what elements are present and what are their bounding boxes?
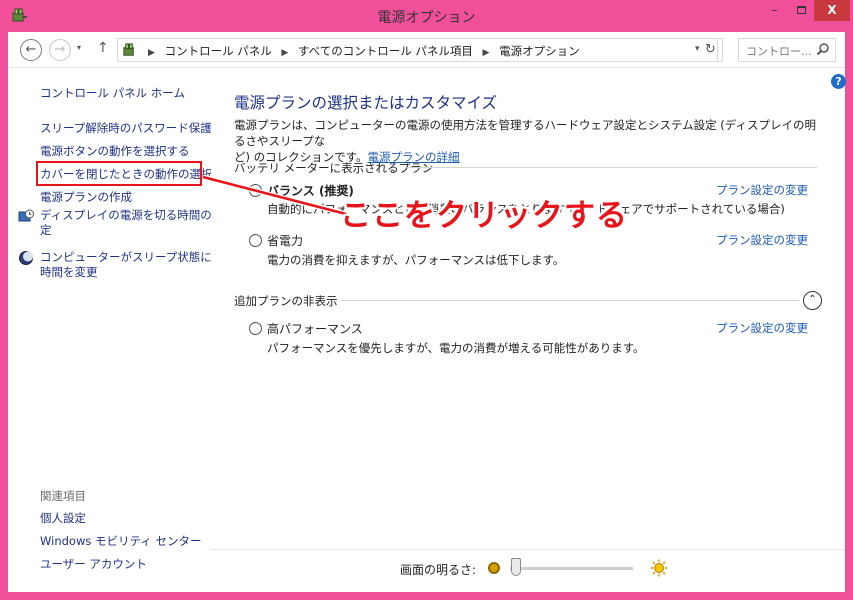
- annotation-arrow: [202, 174, 347, 217]
- annotation-label: ここをクリックする: [340, 198, 628, 234]
- power-options-window: 電源オプション – X ← → ▾ ↑ ▶ コントロール パネル ▶ すべてのコ…: [0, 0, 853, 600]
